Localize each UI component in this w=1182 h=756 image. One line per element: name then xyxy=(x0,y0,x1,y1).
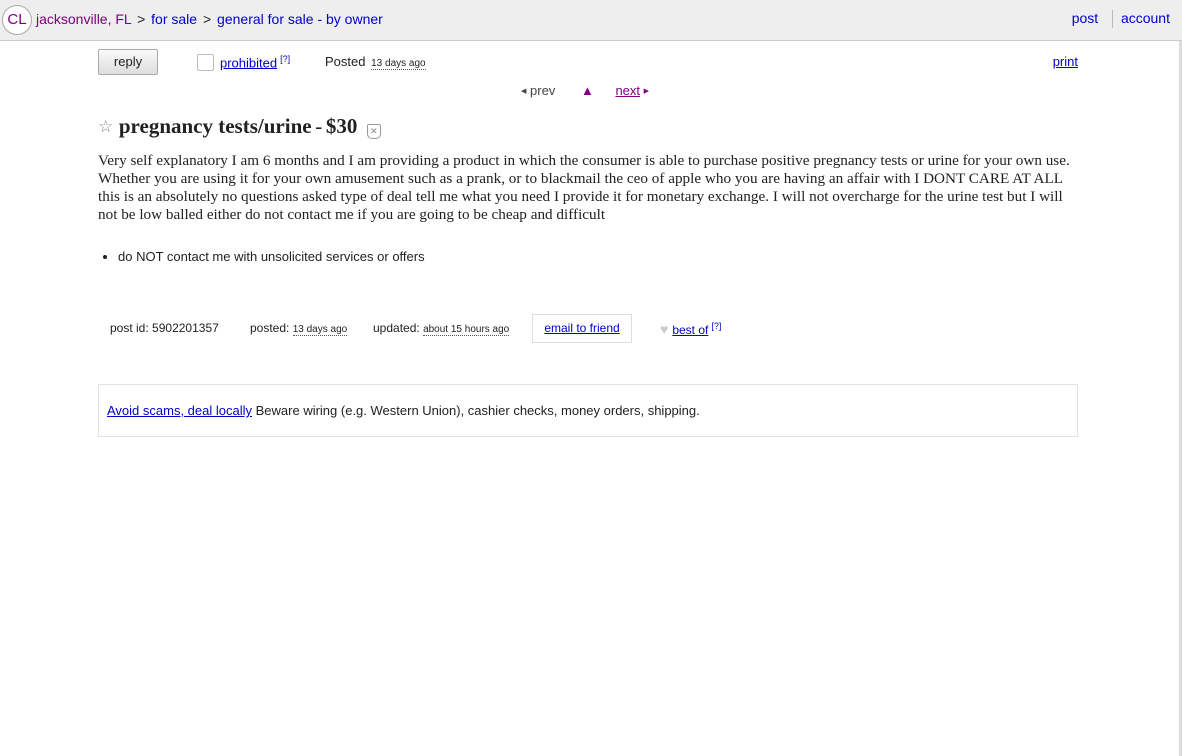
top-header: CL jacksonville, FL > for sale > general… xyxy=(0,0,1182,41)
posted-date: 13 days ago xyxy=(371,58,426,70)
reply-button[interactable]: reply xyxy=(98,49,158,75)
print-link[interactable]: print xyxy=(1053,54,1078,69)
email-to-friend-box: email to friend xyxy=(532,314,632,343)
post-id: post id: 5902201357 xyxy=(110,321,219,335)
title-dash: - xyxy=(315,114,323,138)
avoid-scams-link[interactable]: Avoid scams, deal locally xyxy=(107,403,252,418)
breadcrumb-subcategory[interactable]: general for sale - by owner xyxy=(217,11,383,27)
post-updated: updated: about 15 hours ago xyxy=(373,321,510,336)
breadcrumb: jacksonville, FL > for sale > general fo… xyxy=(36,11,383,27)
prohibited-flag: prohibited [?] xyxy=(220,54,290,70)
post-id-label: post id: xyxy=(110,321,149,335)
breadcrumb-separator: > xyxy=(137,11,146,27)
flag-prohibited-checkbox[interactable] xyxy=(197,54,214,71)
account-link[interactable]: account xyxy=(1121,10,1170,26)
notice-item: do NOT contact me with unsolicited servi… xyxy=(118,249,425,264)
header-divider xyxy=(1112,10,1114,29)
breadcrumb-separator: > xyxy=(202,11,212,27)
posting-title-row: ☆ pregnancy tests/urine - $30 ✕ xyxy=(98,114,381,139)
header-user-links: post account xyxy=(1072,10,1170,29)
safety-notice: Avoid scams, deal locally Beware wiring … xyxy=(98,384,1078,437)
prohibited-link[interactable]: prohibited xyxy=(220,55,277,70)
up-to-listing-link[interactable]: ▲ xyxy=(581,83,594,98)
post-link[interactable]: post xyxy=(1072,10,1098,26)
email-to-friend-link[interactable]: email to friend xyxy=(544,321,619,335)
hide-posting-icon[interactable]: ✕ xyxy=(366,124,381,139)
next-link[interactable]: next xyxy=(615,83,640,98)
prohibited-help-link[interactable]: [?] xyxy=(280,54,290,64)
posted-label: Posted xyxy=(325,54,366,69)
star-icon[interactable]: ☆ xyxy=(98,117,113,136)
notices-list: do NOT contact me with unsolicited servi… xyxy=(98,249,425,264)
updated-date: about 15 hours ago xyxy=(423,324,510,336)
heart-icon[interactable]: ♥ xyxy=(660,321,668,337)
best-of: ♥ best of [?] xyxy=(660,321,721,337)
posted-info-date: 13 days ago xyxy=(292,324,348,336)
breadcrumb-city[interactable]: jacksonville, FL xyxy=(36,11,131,27)
updated-label: updated: xyxy=(373,321,420,335)
breadcrumb-category[interactable]: for sale xyxy=(151,11,197,27)
craigslist-logo[interactable]: CL xyxy=(2,5,32,35)
safety-text: Beware wiring (e.g. Western Union), cash… xyxy=(255,403,700,418)
prev-link[interactable]: prev xyxy=(530,83,555,98)
posted-date-top: Posted 13 days ago xyxy=(325,54,426,70)
prev-arrow-icon: ◀ xyxy=(521,88,527,95)
post-posted: posted: 13 days ago xyxy=(250,321,348,336)
posting-title: pregnancy tests/urine xyxy=(118,114,312,138)
best-of-link[interactable]: best of xyxy=(672,323,708,337)
post-id-value: 5902201357 xyxy=(152,321,219,335)
posting-pager: ◀ prev ▲ next ▶ xyxy=(521,83,649,98)
posted-info-label: posted: xyxy=(250,321,290,335)
next-arrow-icon: ▶ xyxy=(643,88,650,95)
posting-body: Very self explanatory I am 6 months and … xyxy=(98,152,1070,223)
best-of-help-link[interactable]: [?] xyxy=(711,321,721,331)
posting-price: $30 xyxy=(325,114,358,138)
